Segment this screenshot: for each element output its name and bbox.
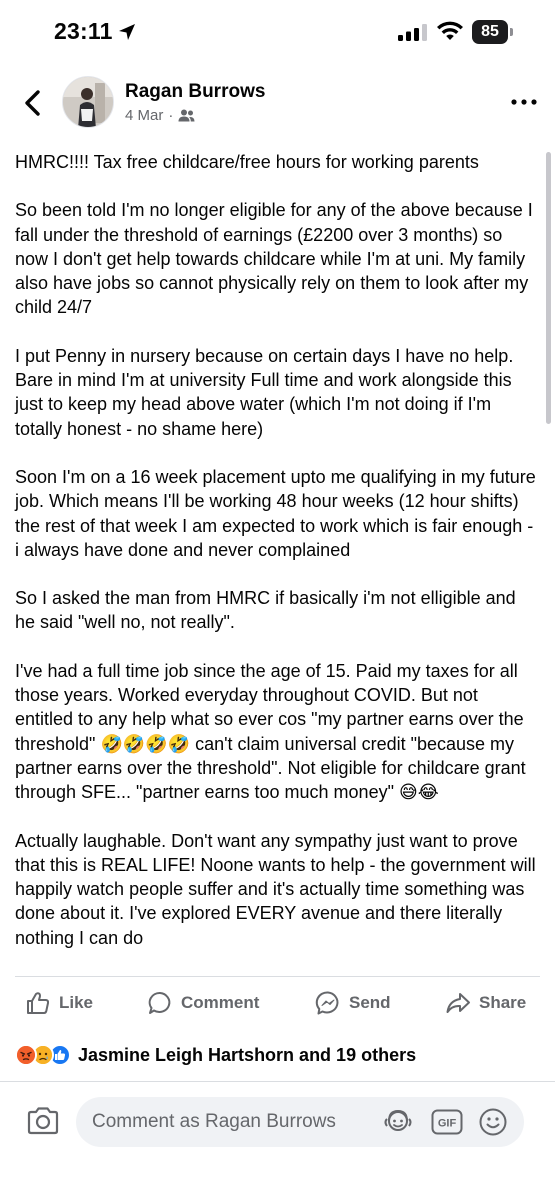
divider bbox=[15, 976, 540, 977]
like-label: Like bbox=[59, 993, 94, 1012]
gif-label: GIF bbox=[438, 1118, 457, 1130]
share-button[interactable]: Share bbox=[445, 978, 526, 1028]
post-paragraph: Actually laughable. Don't want any sympa… bbox=[15, 830, 536, 948]
cellular-signal-icon bbox=[398, 24, 427, 41]
messenger-icon bbox=[315, 991, 339, 1015]
more-options-icon[interactable] bbox=[509, 96, 539, 108]
post-paragraph: I've had a full time job since the age o… bbox=[15, 660, 526, 803]
status-bar: 23:11 85 bbox=[0, 0, 555, 66]
like-button[interactable]: Like bbox=[25, 978, 93, 1028]
post-body: HMRC!!!! Tax free childcare/free hours f… bbox=[15, 150, 540, 974]
send-label: Send bbox=[349, 993, 391, 1012]
battery-level: 85 bbox=[472, 20, 508, 44]
battery-tip bbox=[510, 28, 513, 36]
emoji-smile-icon[interactable] bbox=[478, 1107, 508, 1137]
avatar-sticker-icon[interactable] bbox=[383, 1108, 413, 1136]
send-button[interactable]: Send bbox=[315, 978, 391, 1028]
gif-icon: GIF bbox=[431, 1109, 463, 1135]
author-avatar[interactable] bbox=[62, 76, 114, 128]
comment-placeholder: Comment as Ragan Burrows bbox=[92, 1111, 336, 1132]
post-meta: 4 Mar · bbox=[125, 107, 195, 124]
post-paragraph: HMRC!!!! Tax free childcare/free hours f… bbox=[15, 152, 479, 172]
action-bar: Like Comment Send Share bbox=[15, 978, 540, 1028]
meta-separator: · bbox=[168, 107, 174, 124]
back-chevron-icon[interactable] bbox=[18, 86, 48, 120]
location-arrow-icon bbox=[119, 24, 135, 40]
post-paragraph: I put Penny in nursery because on certai… bbox=[15, 345, 514, 439]
comment-label: Comment bbox=[181, 993, 260, 1012]
comment-bubble-icon bbox=[148, 991, 171, 1014]
scrollbar[interactable] bbox=[546, 152, 551, 424]
wifi-icon bbox=[437, 21, 463, 40]
battery-indicator: 85 bbox=[472, 20, 514, 44]
status-time: 23:11 bbox=[54, 18, 113, 44]
avatar-photo bbox=[63, 77, 113, 127]
share-label: Share bbox=[479, 993, 527, 1012]
angry-reaction-icon bbox=[15, 1044, 37, 1066]
comment-input[interactable]: Comment as Ragan Burrows GIF bbox=[76, 1097, 524, 1147]
reactions-label: Jasmine Leigh Hartshorn and 19 others bbox=[78, 1044, 417, 1065]
reactions-summary[interactable]: Jasmine Leigh Hartshorn and 19 others bbox=[15, 1040, 416, 1070]
gif-button[interactable]: GIF bbox=[431, 1109, 463, 1135]
camera-icon[interactable] bbox=[26, 1106, 60, 1136]
post-date[interactable]: 4 Mar bbox=[125, 107, 163, 124]
author-name[interactable]: Ragan Burrows bbox=[125, 81, 265, 103]
divider bbox=[0, 1081, 555, 1082]
post-paragraph: So I asked the man from HMRC if basicall… bbox=[15, 588, 516, 633]
thumbs-up-icon bbox=[27, 992, 50, 1014]
share-arrow-icon bbox=[446, 993, 470, 1013]
friends-icon bbox=[178, 109, 195, 122]
post-paragraph: So been told I'm no longer eligible for … bbox=[15, 200, 533, 318]
comment-button[interactable]: Comment bbox=[147, 978, 259, 1028]
post-paragraph: Soon I'm on a 16 week placement upto me … bbox=[15, 466, 536, 560]
